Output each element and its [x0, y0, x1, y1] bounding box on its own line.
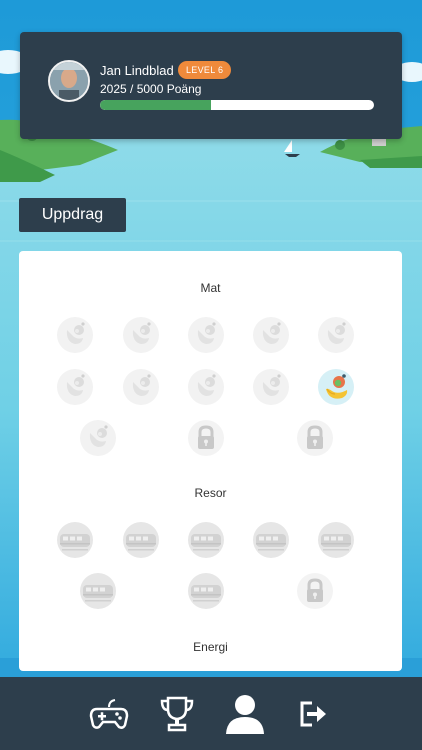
mission-badge-mat[interactable]: [317, 368, 355, 406]
category-title-mat: Mat: [200, 281, 221, 295]
food-icon: [318, 369, 354, 405]
logout-icon: [300, 701, 326, 726]
points-text: 2025 / 5000 Poäng: [100, 82, 202, 96]
nav-logout-button[interactable]: [283, 677, 343, 750]
train-icon: [57, 522, 93, 558]
train-icon: [80, 573, 116, 609]
mission-badge-mat[interactable]: [56, 368, 94, 406]
train-icon: [188, 573, 224, 609]
mission-badge-resor[interactable]: [122, 521, 160, 559]
bottom-navigation: [0, 677, 422, 750]
mission-badge-resor[interactable]: [187, 572, 225, 610]
profile-card: Jan Lindblad LEVEL 6 2025 / 5000 Poäng: [20, 32, 402, 139]
food-icon: [253, 369, 289, 405]
train-icon: [188, 522, 224, 558]
user-name: Jan Lindblad: [100, 63, 174, 78]
mission-badge-resor[interactable]: [79, 572, 117, 610]
nav-games-button[interactable]: [79, 677, 139, 750]
food-icon: [123, 369, 159, 405]
level-badge: LEVEL 6: [178, 61, 232, 79]
missions-panel[interactable]: Mat Resor Energi: [19, 251, 402, 671]
mission-badge-resor[interactable]: [252, 521, 290, 559]
category-title-resor: Resor: [194, 486, 227, 500]
section-title: Uppdrag: [19, 198, 126, 232]
mission-badge-resor[interactable]: [317, 521, 355, 559]
mission-badge-mat[interactable]: [317, 316, 355, 354]
mission-badge-mat[interactable]: [252, 316, 290, 354]
mission-badge-mat[interactable]: [187, 419, 225, 457]
nav-profile-button[interactable]: [215, 677, 275, 750]
gamepad-icon: [89, 698, 129, 729]
nav-trophies-button[interactable]: [147, 677, 207, 750]
train-icon: [318, 522, 354, 558]
mission-badge-resor[interactable]: [187, 521, 225, 559]
mission-badge-mat[interactable]: [187, 316, 225, 354]
mission-badge-mat[interactable]: [122, 368, 160, 406]
avatar[interactable]: [48, 60, 90, 102]
food-icon: [123, 317, 159, 353]
food-icon: [253, 317, 289, 353]
food-icon: [318, 317, 354, 353]
food-icon: [188, 369, 224, 405]
mission-badge-resor[interactable]: [56, 521, 94, 559]
category-title-energi: Energi: [193, 640, 228, 654]
mission-badge-mat[interactable]: [79, 419, 117, 457]
food-icon: [57, 369, 93, 405]
points-progress-bar: [100, 100, 374, 110]
food-icon: [80, 420, 116, 456]
mission-badge-mat[interactable]: [252, 368, 290, 406]
train-icon: [123, 522, 159, 558]
mission-badge-mat[interactable]: [187, 368, 225, 406]
food-icon: [57, 317, 93, 353]
padlock-icon: [297, 573, 333, 609]
mission-badge-resor[interactable]: [296, 572, 334, 610]
user-icon: [226, 694, 264, 734]
mission-badge-mat[interactable]: [56, 316, 94, 354]
mission-badge-mat[interactable]: [296, 419, 334, 457]
trophy-icon: [160, 696, 194, 731]
padlock-icon: [188, 420, 224, 456]
train-icon: [253, 522, 289, 558]
mission-badge-mat[interactable]: [122, 316, 160, 354]
points-progress-fill: [100, 100, 211, 110]
padlock-icon: [297, 420, 333, 456]
food-icon: [188, 317, 224, 353]
